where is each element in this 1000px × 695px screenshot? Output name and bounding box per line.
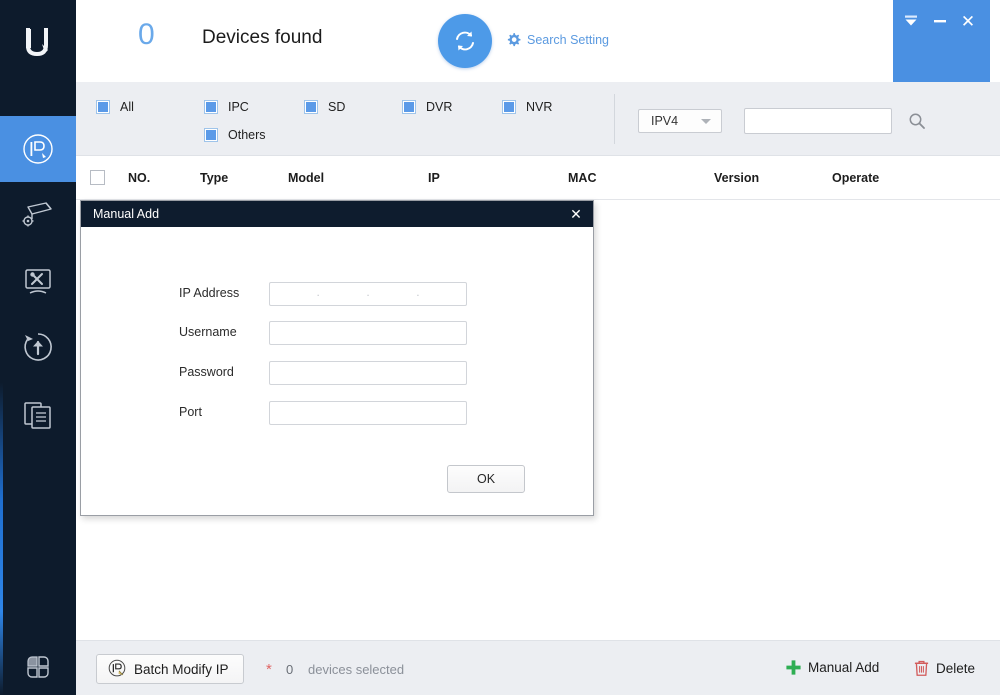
- dialog-title: Manual Add: [93, 207, 160, 221]
- filter-checkbox-ipc[interactable]: IPC: [204, 100, 249, 114]
- magnifier-icon: [909, 113, 925, 129]
- filter-checkbox-all[interactable]: All: [96, 100, 134, 114]
- refresh-button[interactable]: [438, 14, 492, 68]
- username-input[interactable]: [269, 321, 467, 345]
- port-input[interactable]: [269, 401, 467, 425]
- dialog-titlebar: Manual Add ✕: [81, 201, 593, 227]
- sidebar-item-device-upgrade[interactable]: [0, 314, 76, 380]
- field-password: Password: [81, 361, 593, 385]
- sidebar-item-device-logs[interactable]: [0, 382, 76, 448]
- ip-config-tool-window: 0 Devices found Search Setting ✕ All IPC…: [0, 0, 1000, 695]
- selected-count: 0: [286, 662, 294, 677]
- trash-icon: [914, 660, 929, 676]
- ip-logo-icon: [26, 28, 48, 57]
- monitor-tools-icon: [25, 269, 51, 294]
- header: 0 Devices found Search Setting: [76, 0, 1000, 82]
- checkbox-box: [204, 128, 218, 142]
- chevron-down-icon: [701, 118, 711, 124]
- app-logo: [0, 0, 76, 84]
- table-header: NO. Type Model IP MAC Version Operate: [76, 156, 1000, 200]
- filter-label: Others: [228, 128, 266, 142]
- checkbox-box: [96, 100, 110, 114]
- filter-label: SD: [328, 100, 346, 114]
- gear-icon: [507, 33, 521, 47]
- filter-checkbox-nvr[interactable]: NVR: [502, 100, 552, 114]
- column-header-version[interactable]: Version: [714, 171, 759, 185]
- filter-label: DVR: [426, 100, 453, 114]
- device-count: 0: [138, 18, 155, 51]
- search-setting-label: Search Setting: [527, 32, 609, 47]
- checkbox-box: [204, 100, 218, 114]
- column-header-mac[interactable]: MAC: [568, 171, 596, 185]
- collapse-down-icon[interactable]: [900, 10, 922, 32]
- search-button[interactable]: [904, 108, 930, 134]
- ip-address-input[interactable]: . . .: [269, 282, 467, 306]
- column-header-type[interactable]: Type: [200, 171, 228, 185]
- filter-checkbox-sd[interactable]: SD: [304, 100, 345, 114]
- filter-checkbox-dvr[interactable]: DVR: [402, 100, 452, 114]
- search-setting-button[interactable]: Search Setting: [506, 32, 609, 47]
- checkbox-box: [402, 100, 416, 114]
- filter-bar: All IPC SD DVR NVR Others IPV4: [76, 82, 1000, 156]
- documents-icon: [24, 402, 51, 429]
- column-header-operate[interactable]: Operate: [832, 171, 879, 185]
- field-label: Port: [179, 405, 202, 419]
- filter-label: All: [120, 100, 134, 114]
- plus-icon: [786, 660, 801, 675]
- delete-button[interactable]: Delete: [913, 659, 975, 677]
- column-header-ip[interactable]: IP: [428, 171, 440, 185]
- batch-modify-ip-button[interactable]: Batch Modify IP: [96, 654, 244, 684]
- checkbox-box: [502, 100, 516, 114]
- upload-refresh-icon: [24, 333, 52, 361]
- ip-octet-4[interactable]: [419, 283, 467, 305]
- ok-button[interactable]: OK: [447, 465, 525, 493]
- sidebar-item-app-switcher[interactable]: [0, 634, 76, 695]
- four-petal-icon: [27, 656, 49, 678]
- collapse-down-glyph: [905, 15, 917, 26]
- ip-octet-3[interactable]: [369, 283, 417, 305]
- ip-pencil-icon: [108, 659, 126, 677]
- password-input[interactable]: [269, 361, 467, 385]
- ip-circle-pencil-icon: [23, 134, 53, 164]
- search-input[interactable]: [744, 108, 892, 134]
- sidebar-item-device-camera-config[interactable]: [0, 182, 76, 248]
- selected-count-label: devices selected: [308, 662, 405, 677]
- field-label: Password: [179, 365, 234, 379]
- sidebar-item-device-maintenance[interactable]: [0, 248, 76, 314]
- field-ip-address: IP Address . . .: [81, 282, 593, 306]
- refresh-circle-icon: [456, 31, 474, 51]
- checkbox-box: [304, 100, 318, 114]
- dialog-close-icon[interactable]: ✕: [567, 205, 585, 223]
- footer-bar: Batch Modify IP * 0 devices selected Man…: [76, 640, 1000, 695]
- filter-label: NVR: [526, 100, 553, 114]
- filter-divider: [614, 94, 615, 144]
- window-controls-panel: ✕: [893, 0, 990, 82]
- manual-add-dialog: Manual Add ✕ IP Address . . . Username P…: [80, 200, 594, 516]
- field-label: Username: [179, 325, 237, 339]
- field-port: Port: [81, 401, 593, 425]
- protocol-select[interactable]: IPV4: [638, 109, 722, 133]
- filter-checkbox-others[interactable]: Others: [204, 128, 266, 142]
- close-window-button[interactable]: ✕: [957, 10, 979, 32]
- ip-octet-2[interactable]: [319, 283, 367, 305]
- required-asterisk: *: [266, 661, 272, 678]
- field-label: IP Address: [179, 286, 240, 300]
- camera-gear-icon: [22, 202, 52, 227]
- batch-modify-ip-label: Batch Modify IP: [134, 661, 229, 677]
- minimize-glyph: [934, 20, 946, 23]
- ip-octet-1[interactable]: [270, 283, 317, 305]
- manual-add-button[interactable]: Manual Add: [785, 659, 879, 676]
- sidebar: [0, 0, 76, 695]
- column-header-no[interactable]: NO.: [128, 171, 150, 185]
- column-header-model[interactable]: Model: [288, 171, 324, 185]
- field-username: Username: [81, 321, 593, 345]
- minimize-icon[interactable]: [929, 10, 951, 32]
- sidebar-item-device-ip-config[interactable]: [0, 116, 76, 182]
- filter-label: IPC: [228, 100, 249, 114]
- protocol-select-value: IPV4: [651, 114, 679, 128]
- delete-label: Delete: [936, 660, 976, 676]
- manual-add-label: Manual Add: [808, 660, 880, 675]
- select-all-checkbox[interactable]: [90, 170, 105, 185]
- devices-found-label: Devices found: [202, 27, 323, 48]
